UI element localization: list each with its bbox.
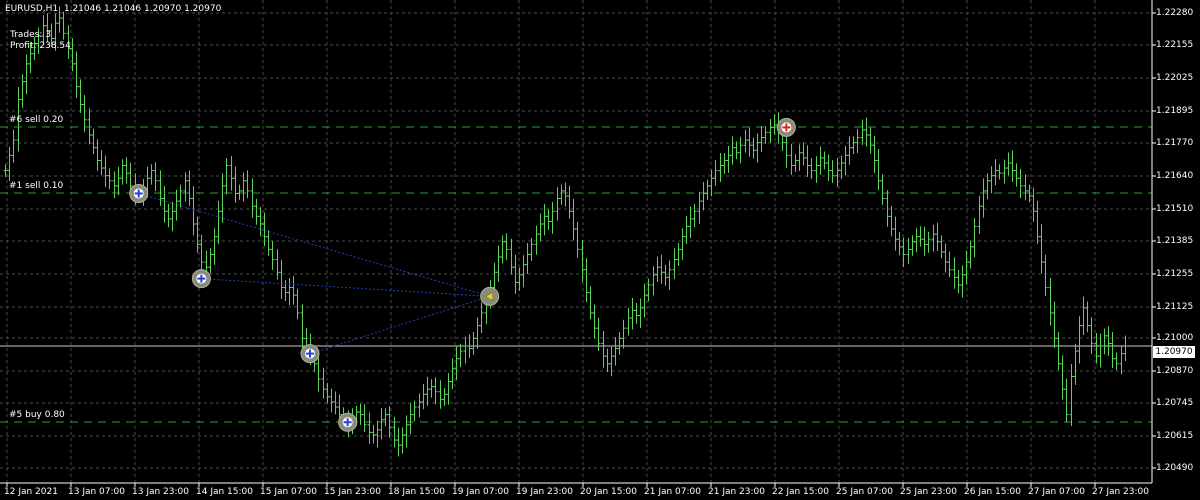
- current-price-badge: 1.20970: [1153, 346, 1195, 358]
- price-tick-label: 1.20490: [1156, 463, 1194, 473]
- trades-count: Trades: 3: [10, 30, 51, 40]
- time-tick-label: 25 Jan 23:00: [900, 487, 957, 497]
- order-line-label: #5 buy 0.80: [9, 410, 65, 420]
- time-tick-label: 15 Jan 23:00: [324, 487, 381, 497]
- order-line-label: #6 sell 0.20: [9, 115, 64, 125]
- price-tick-label: 1.21000: [1156, 333, 1194, 343]
- time-tick-label: 21 Jan 23:00: [708, 487, 765, 497]
- price-tick-label: 1.22025: [1156, 73, 1194, 83]
- price-tick-label: 1.21510: [1156, 204, 1194, 214]
- price-tick-label: 1.21895: [1156, 106, 1194, 116]
- time-tick-label: 13 Jan 23:00: [132, 487, 189, 497]
- price-tick-label: 1.20615: [1156, 431, 1194, 441]
- blue-circle-icon[interactable]: [300, 344, 320, 364]
- time-tick-label: 13 Jan 07:00: [68, 487, 125, 497]
- price-tick-label: 1.20870: [1156, 366, 1194, 376]
- marker-cross-h: [197, 277, 206, 280]
- symbol-header: EURUSD,H1 1.21046 1.21046 1.20970 1.2097…: [5, 4, 221, 15]
- time-tick-label: 12 Jan 2021: [4, 487, 58, 497]
- profit-value: Profit: 238.54: [10, 41, 71, 51]
- yellow-triangle-icon[interactable]: [480, 286, 500, 306]
- marker-cross-h: [306, 352, 315, 355]
- price-tick-label: 1.20745: [1156, 398, 1194, 408]
- time-tick-label: 18 Jan 15:00: [388, 487, 445, 497]
- price-tick-label: 1.21640: [1156, 171, 1194, 181]
- time-tick-label: 22 Jan 15:00: [772, 487, 829, 497]
- price-tick-label: 1.21385: [1156, 236, 1194, 246]
- time-tick-label: 15 Jan 07:00: [260, 487, 317, 497]
- symbol-label: EURUSD,H1: [5, 4, 59, 14]
- red-circle-icon[interactable]: [776, 117, 796, 137]
- time-tick-label: 14 Jan 15:00: [196, 487, 253, 497]
- ohlc-values: 1.21046 1.21046 1.20970 1.20970: [63, 4, 222, 14]
- chart-background: [0, 0, 1200, 500]
- time-tick-label: 27 Jan 23:00: [1092, 487, 1149, 497]
- price-tick-label: 1.21770: [1156, 138, 1194, 148]
- price-tick-label: 1.21125: [1156, 302, 1194, 312]
- price-tick-label: 1.22280: [1156, 8, 1194, 18]
- time-tick-label: 19 Jan 23:00: [516, 487, 573, 497]
- marker-cross-h: [782, 126, 791, 129]
- marker-cross-h: [134, 192, 143, 195]
- order-line-label: #1 sell 0.10: [9, 181, 64, 191]
- price-tick-label: 1.22155: [1156, 40, 1194, 50]
- time-tick-label: 21 Jan 07:00: [644, 487, 701, 497]
- price-tick-label: 1.21255: [1156, 269, 1194, 279]
- blue-circle-icon[interactable]: [191, 269, 211, 289]
- time-tick-label: 20 Jan 15:00: [580, 487, 637, 497]
- blue-circle-icon[interactable]: [338, 412, 358, 432]
- price-chart[interactable]: [0, 0, 1200, 500]
- marker-cross-h: [343, 421, 352, 424]
- time-tick-label: 19 Jan 07:00: [452, 487, 509, 497]
- time-tick-label: 27 Jan 07:00: [1028, 487, 1085, 497]
- time-tick-label: 25 Jan 07:00: [836, 487, 893, 497]
- blue-circle-icon[interactable]: [129, 183, 149, 203]
- time-tick-label: 26 Jan 15:00: [964, 487, 1021, 497]
